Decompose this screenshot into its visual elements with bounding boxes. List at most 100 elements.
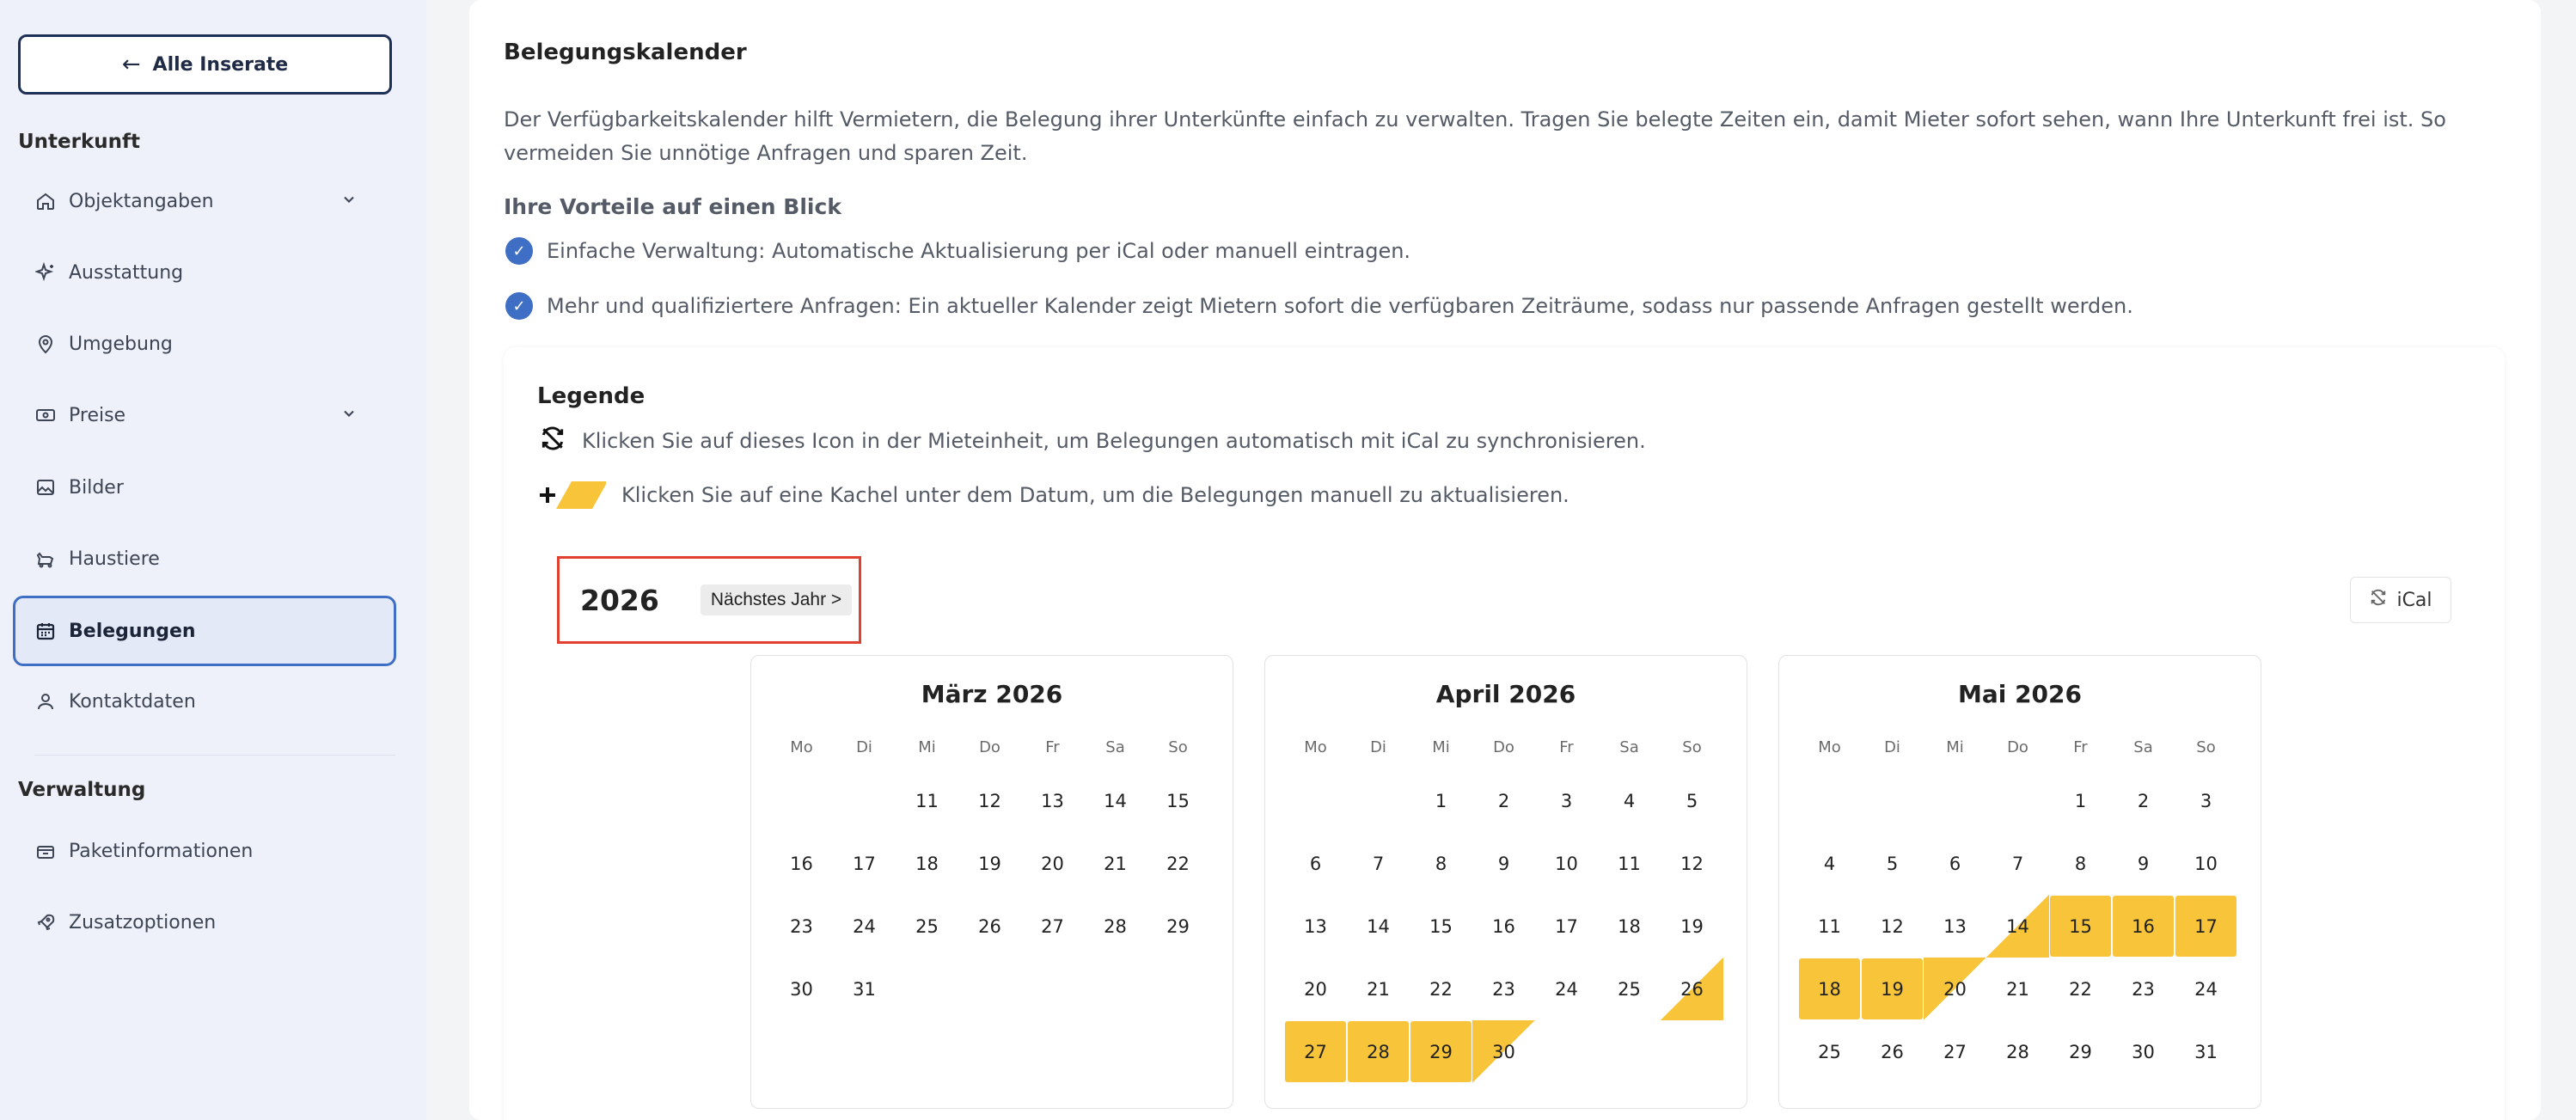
day-cell[interactable]: 8 <box>2049 832 2112 895</box>
day-cell[interactable]: 27 <box>1021 895 1084 958</box>
day-cell[interactable]: 1 <box>1410 769 1472 832</box>
day-cell[interactable]: 28 <box>1348 1021 1409 1082</box>
day-cell[interactable]: 5 <box>1861 832 1924 895</box>
day-cell[interactable]: 19 <box>1661 895 1723 958</box>
chevron-down-icon[interactable] <box>340 191 358 213</box>
sidebar-item-haustiere[interactable]: Haustiere <box>34 533 375 584</box>
day-cell[interactable]: 5 <box>1661 769 1723 832</box>
day-cell[interactable]: 2 <box>1472 769 1535 832</box>
day-cell[interactable]: 2 <box>2112 769 2175 832</box>
day-cell[interactable]: 28 <box>1986 1020 2049 1083</box>
day-cell[interactable]: 22 <box>1410 958 1472 1020</box>
day-cell[interactable]: 21 <box>1986 958 2049 1020</box>
day-cell[interactable]: 26 <box>1661 958 1723 1020</box>
day-cell[interactable]: 23 <box>770 895 833 958</box>
day-cell[interactable]: 22 <box>2049 958 2112 1020</box>
day-cell[interactable]: 29 <box>1410 1021 1472 1082</box>
day-cell[interactable]: 31 <box>2175 1020 2237 1083</box>
day-cell[interactable]: 4 <box>1598 769 1661 832</box>
day-cell[interactable]: 13 <box>1021 769 1084 832</box>
sidebar-item-bilder[interactable]: Bilder <box>34 462 375 513</box>
day-cell[interactable]: 9 <box>2112 832 2175 895</box>
day-cell[interactable]: 1 <box>2049 769 2112 832</box>
sidebar-item-objektangaben[interactable]: Objektangaben <box>34 175 375 227</box>
day-cell[interactable]: 20 <box>1021 832 1084 895</box>
day-cell[interactable]: 21 <box>1347 958 1410 1020</box>
day-cell[interactable]: 16 <box>2113 896 2174 957</box>
day-cell[interactable]: 7 <box>1347 832 1410 895</box>
ical-button[interactable]: iCal <box>2350 577 2451 623</box>
day-number: 1 <box>1435 790 1447 811</box>
day-cell[interactable]: 30 <box>1472 1020 1535 1083</box>
day-cell[interactable]: 13 <box>1924 895 1986 958</box>
day-cell[interactable]: 23 <box>2112 958 2175 1020</box>
day-cell[interactable]: 22 <box>1147 832 1209 895</box>
day-cell[interactable]: 30 <box>2112 1020 2175 1083</box>
day-cell[interactable]: 21 <box>1084 832 1147 895</box>
sidebar-item-preise[interactable]: Preise <box>34 389 375 441</box>
day-cell[interactable]: 16 <box>1472 895 1535 958</box>
day-cell[interactable]: 26 <box>1861 1020 1924 1083</box>
day-number: 24 <box>2194 978 2218 1000</box>
day-cell[interactable]: 18 <box>1799 958 1860 1019</box>
sidebar-item-umgebung[interactable]: Umgebung <box>34 318 375 370</box>
all-listings-button[interactable]: ← Alle Inserate <box>18 34 392 95</box>
day-cell[interactable]: 20 <box>1284 958 1347 1020</box>
day-cell[interactable]: 14 <box>1986 895 2049 958</box>
day-cell[interactable]: 17 <box>2175 896 2236 957</box>
day-cell[interactable]: 24 <box>1535 958 1598 1020</box>
day-cell[interactable]: 30 <box>770 958 833 1020</box>
day-cell[interactable]: 6 <box>1284 832 1347 895</box>
day-cell[interactable]: 12 <box>958 769 1021 832</box>
day-cell[interactable]: 3 <box>2175 769 2237 832</box>
day-cell[interactable]: 11 <box>1798 895 1861 958</box>
day-cell[interactable]: 10 <box>2175 832 2237 895</box>
day-cell[interactable]: 25 <box>896 895 958 958</box>
sidebar-item-kontaktdaten[interactable]: Kontaktdaten <box>34 676 375 727</box>
day-cell[interactable]: 3 <box>1535 769 1598 832</box>
day-cell[interactable]: 4 <box>1798 832 1861 895</box>
sidebar-item-zusatzoptionen[interactable]: Zusatzoptionen <box>34 897 375 948</box>
day-cell[interactable]: 18 <box>896 832 958 895</box>
day-cell[interactable]: 23 <box>1472 958 1535 1020</box>
day-cell[interactable]: 13 <box>1284 895 1347 958</box>
sidebar-item-belegungen[interactable]: Belegungen <box>13 596 396 666</box>
day-cell[interactable]: 16 <box>770 832 833 895</box>
day-cell[interactable]: 14 <box>1347 895 1410 958</box>
day-cell[interactable]: 27 <box>1924 1020 1986 1083</box>
sidebar-item-paketinformationen[interactable]: Paketinformationen <box>34 825 375 877</box>
day-cell[interactable]: 10 <box>1535 832 1598 895</box>
day-cell[interactable]: 15 <box>1410 895 1472 958</box>
day-cell[interactable]: 19 <box>958 832 1021 895</box>
day-cell[interactable]: 12 <box>1861 895 1924 958</box>
day-cell[interactable]: 25 <box>1598 958 1661 1020</box>
day-cell[interactable]: 15 <box>2050 896 2111 957</box>
day-cell[interactable]: 18 <box>1598 895 1661 958</box>
day-cell[interactable]: 31 <box>833 958 896 1020</box>
day-cell[interactable]: 29 <box>2049 1020 2112 1083</box>
day-cell[interactable]: 25 <box>1798 1020 1861 1083</box>
chevron-down-icon[interactable] <box>340 405 358 427</box>
day-cell[interactable]: 14 <box>1084 769 1147 832</box>
day-cell[interactable]: 24 <box>833 895 896 958</box>
day-cell[interactable]: 26 <box>958 895 1021 958</box>
day-cell[interactable]: 20 <box>1924 958 1986 1020</box>
day-cell[interactable]: 15 <box>1147 769 1209 832</box>
day-cell[interactable]: 8 <box>1410 832 1472 895</box>
next-year-button[interactable]: Nächstes Jahr > <box>700 584 853 615</box>
sidebar-item-ausstattung[interactable]: Ausstattung <box>34 247 375 298</box>
day-cell[interactable]: 19 <box>1862 958 1923 1019</box>
day-cell[interactable]: 7 <box>1986 832 2049 895</box>
day-cell[interactable]: 11 <box>896 769 958 832</box>
day-number: 13 <box>1304 915 1327 937</box>
day-cell[interactable]: 17 <box>1535 895 1598 958</box>
day-cell[interactable]: 6 <box>1924 832 1986 895</box>
day-cell[interactable]: 27 <box>1285 1021 1346 1082</box>
day-cell[interactable]: 29 <box>1147 895 1209 958</box>
day-cell[interactable]: 11 <box>1598 832 1661 895</box>
day-cell[interactable]: 9 <box>1472 832 1535 895</box>
day-cell[interactable]: 12 <box>1661 832 1723 895</box>
day-cell[interactable]: 17 <box>833 832 896 895</box>
day-cell[interactable]: 28 <box>1084 895 1147 958</box>
day-cell[interactable]: 24 <box>2175 958 2237 1020</box>
